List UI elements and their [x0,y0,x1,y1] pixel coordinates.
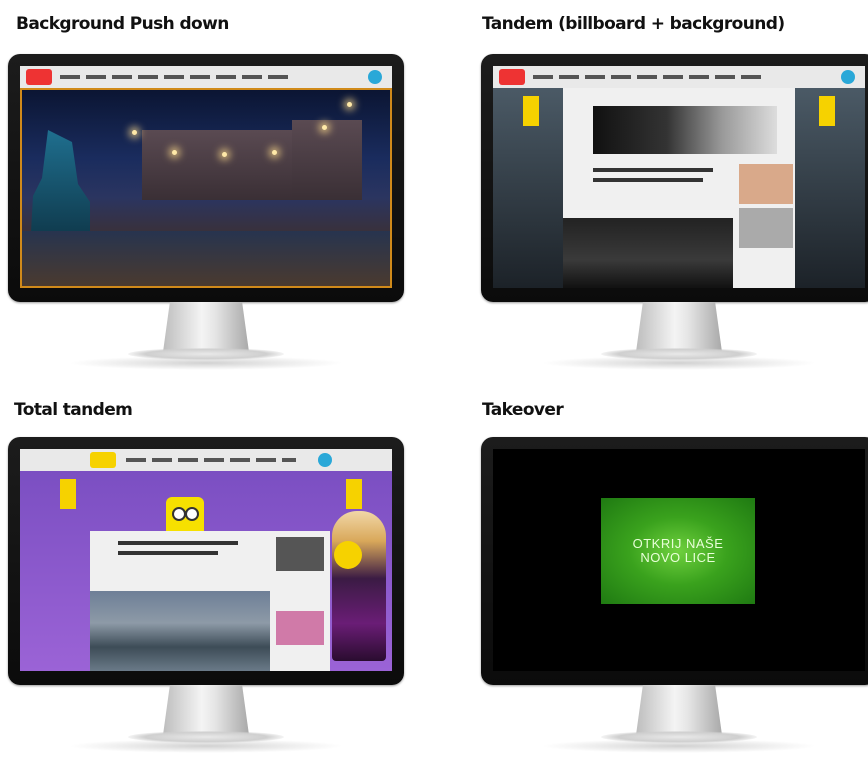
street-lamp [322,125,327,130]
billboard-ad [593,106,777,154]
nav-circle-icon [841,70,855,84]
panel-heading-background-push-down: Background Push down [16,14,229,34]
headline-line [593,178,703,182]
building [292,120,362,200]
monitor-base [601,731,757,743]
background-ad-label-left [60,479,76,509]
street-lamp [132,130,137,135]
monitor-stand [163,685,249,735]
nav-circle-icon [368,70,382,84]
site-content-area [563,88,795,288]
site-nav-bar [493,66,865,88]
street [22,231,390,286]
monitor-screen: OTKRIJ NAŠE NOVO LICE [493,449,865,671]
article-photo [563,218,733,288]
site-logo [90,452,116,468]
street-lamp [347,102,352,107]
monitor-screen [20,66,392,288]
panel-heading-total-tandem: Total tandem [14,400,133,420]
monitor-base [128,731,284,743]
background-ad-label-left [523,96,539,126]
mascot-eye [185,507,199,521]
monitor-screen [20,449,392,671]
site-content-area [90,531,330,671]
article-thumbnail [276,537,324,571]
side-ad-thumbnail [276,611,324,645]
takeover-ad-text: OTKRIJ NAŠE NOVO LICE [632,536,724,565]
monitor-base [128,348,284,360]
night-city-background-image [20,88,392,288]
building [142,130,302,200]
monitor-bezel [481,54,868,302]
article-thumbnail [739,164,793,204]
takeover-ad: OTKRIJ NAŠE NOVO LICE [601,498,755,604]
panel-heading-tandem: Tandem (billboard + background) [482,14,785,34]
site-nav-bar [20,66,392,88]
site-logo [26,69,52,85]
nav-circle-icon [318,453,332,467]
monitor-total-tandem [8,437,404,762]
monitor-screen [493,66,865,288]
street-lamp [272,150,277,155]
headline-line [118,541,238,545]
monitor-stand [636,685,722,735]
nav-menu-items [126,458,296,462]
discount-badge [334,541,362,569]
monitor-background-push-down [8,54,404,379]
nav-menu-items [60,75,290,79]
background-ad-label-right [819,96,835,126]
background-ad-label-right [346,479,362,509]
site-nav-bar [20,449,392,471]
street-lamp [172,150,177,155]
monitor-takeover: OTKRIJ NAŠE NOVO LICE [481,437,868,762]
monitor-bezel [8,437,404,685]
monitor-tandem [481,54,868,379]
nav-menu-items [533,75,763,79]
headline-line [593,168,713,172]
mascot-eye [172,507,186,521]
monitor-stand [636,302,722,352]
monitor-bezel [8,54,404,302]
street-lamp [222,152,227,157]
monitor-bezel: OTKRIJ NAŠE NOVO LICE [481,437,868,685]
model-image [332,511,386,661]
panel-heading-takeover: Takeover [482,400,564,420]
headline-line [118,551,218,555]
monitor-stand [163,302,249,352]
site-logo [499,69,525,85]
article-thumbnail [739,208,793,248]
article-photo [90,591,270,671]
monitor-base [601,348,757,360]
purple-background-ad [20,471,392,671]
